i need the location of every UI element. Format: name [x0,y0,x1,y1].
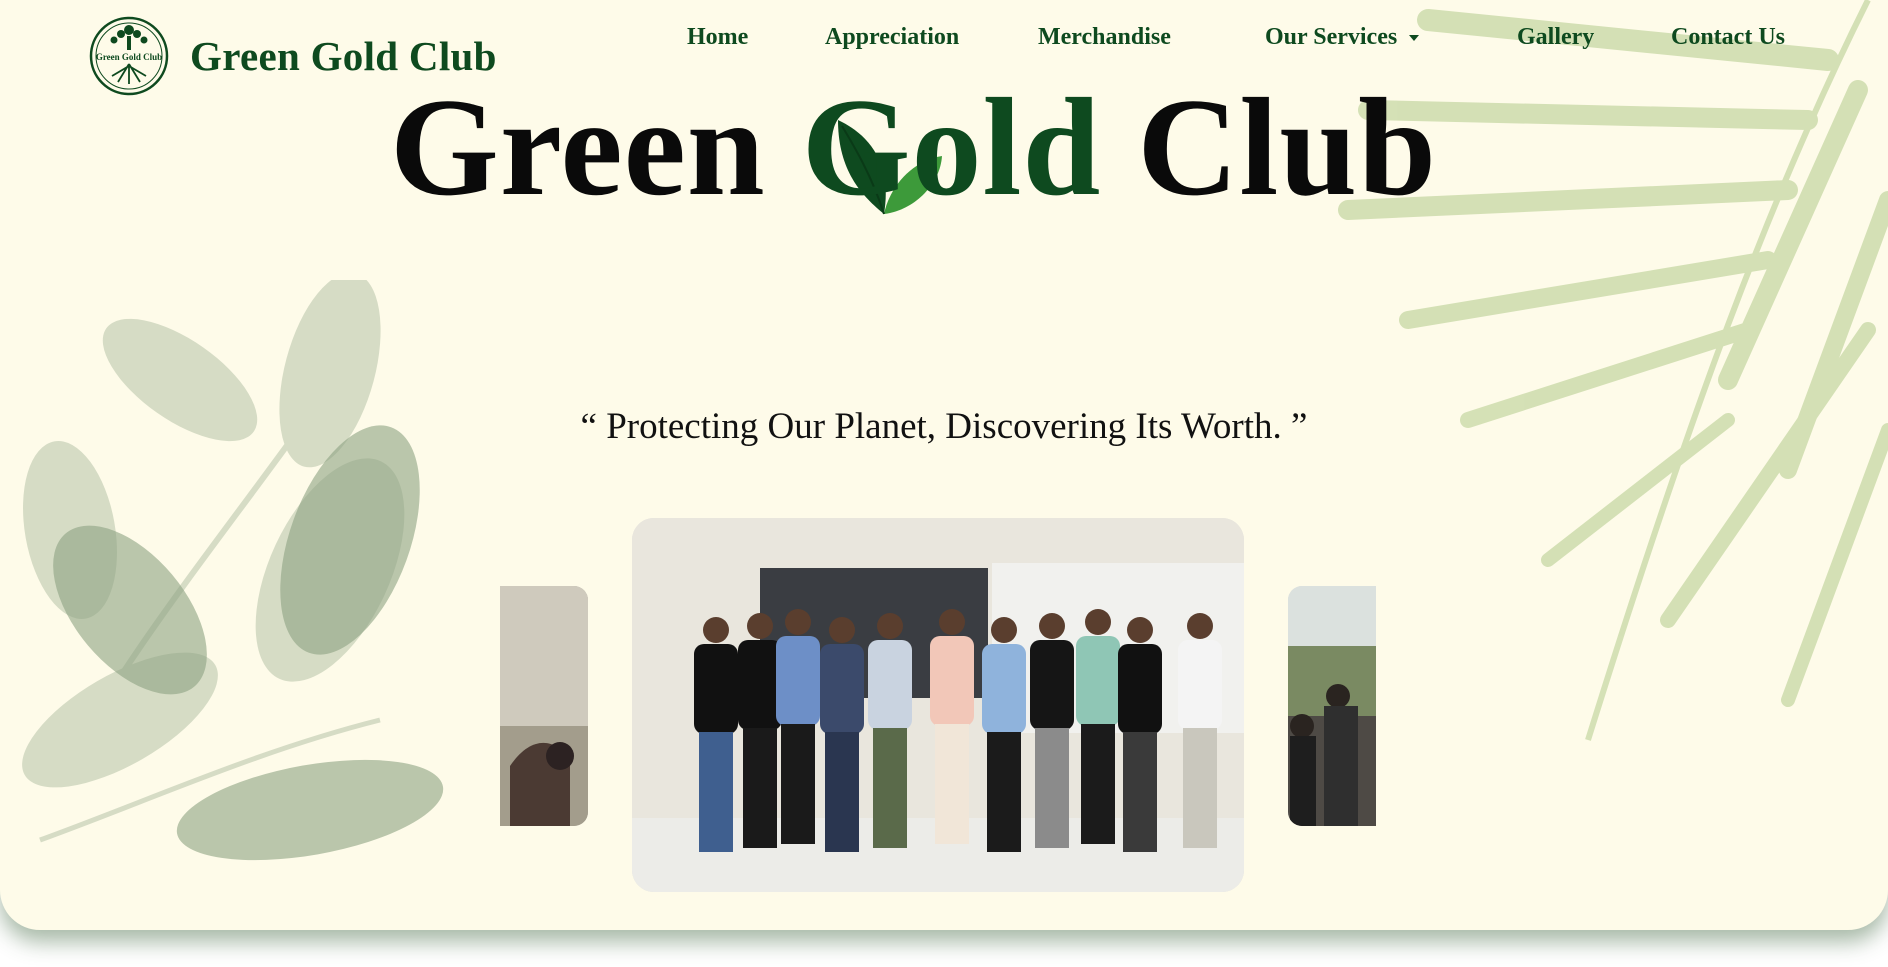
nav-our-services-label: Our Services [1265,24,1398,50]
hero-title-club: Club [1137,70,1438,225]
group-photo-image [632,518,1244,892]
decorative-leaves-left [22,280,444,861]
nav-gallery[interactable]: Gallery [1517,24,1594,51]
carousel-prev-slide[interactable] [500,586,588,826]
carousel-next-slide[interactable] [1288,586,1376,826]
nav-our-services[interactable]: Our Services [1265,24,1420,51]
prev-slide-image [500,586,588,826]
hero-section: Green Gold Club Green Gold Club Home App… [0,0,1888,930]
caret-down-icon [1409,35,1420,42]
nav-home[interactable]: Home [687,24,748,51]
hero-title-gold: Gold [801,70,1102,225]
nav-appreciation[interactable]: Appreciation [825,24,959,51]
nav-contact-us[interactable]: Contact Us [1671,24,1785,51]
nav-merchandise[interactable]: Merchandise [1038,24,1171,51]
next-slide-image [1288,586,1376,826]
hero-tagline: “ Protecting Our Planet, Discovering Its… [580,406,1308,447]
hero-title-green: Green [390,70,766,225]
hero-title: Green Gold Club [390,78,1437,218]
carousel-main-slide[interactable] [632,518,1244,892]
main-nav: Home Appreciation Merchandise Our Servic… [0,24,1888,58]
